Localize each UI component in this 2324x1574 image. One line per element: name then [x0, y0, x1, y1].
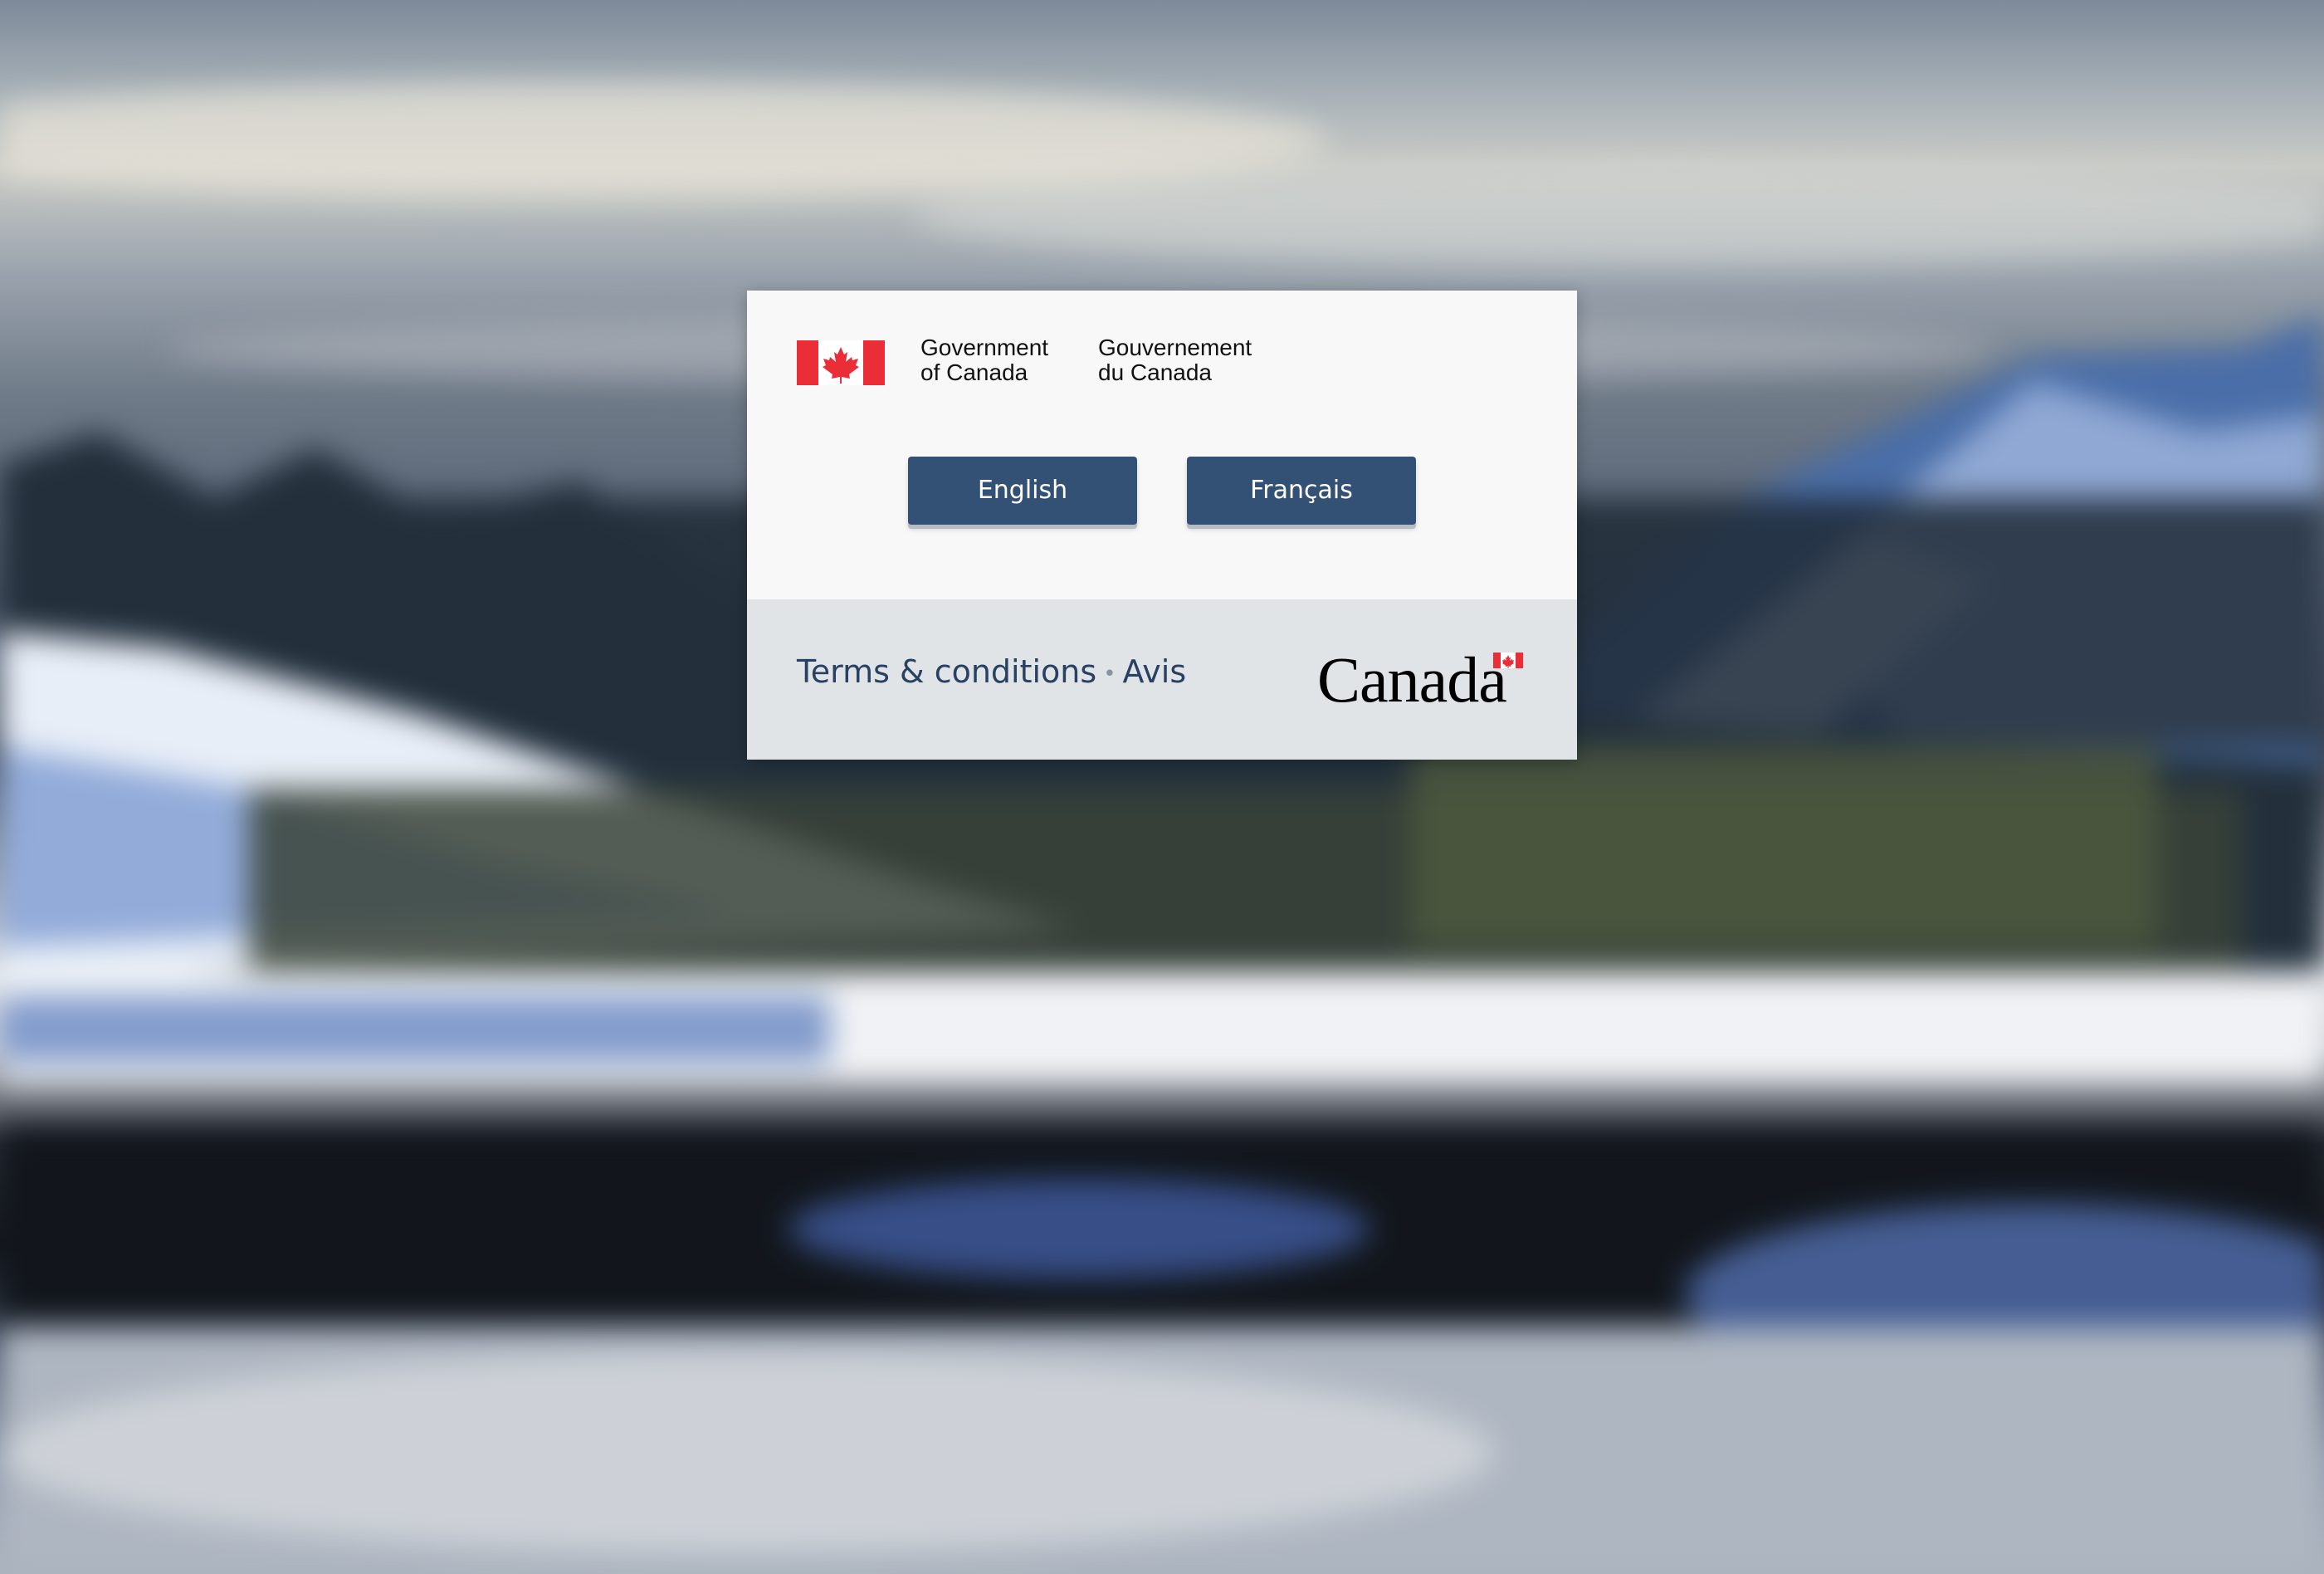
- footer-separator: •: [1103, 661, 1116, 687]
- signature-french: Gouvernement du Canada: [1098, 335, 1252, 385]
- avis-link[interactable]: Avis: [1123, 653, 1187, 690]
- terms-conditions-link[interactable]: Terms & conditions: [797, 653, 1096, 690]
- canada-wordmark-flag-icon: [1493, 653, 1523, 668]
- footer-links: Terms & conditions • Avis: [797, 651, 1186, 695]
- card-footer-panel: Terms & conditions • Avis Canada: [747, 599, 1577, 760]
- language-selection-card: Government of Canada Gouvernement du Can…: [747, 291, 1577, 760]
- signature-french-line2: du Canada: [1098, 359, 1213, 385]
- signature-french-line1: Gouvernement: [1098, 335, 1252, 360]
- canada-flag-icon: [797, 340, 885, 385]
- canada-wordmark: Canada: [1317, 643, 1533, 717]
- english-button[interactable]: English: [908, 457, 1137, 525]
- signature-english-line1: Government: [920, 335, 1049, 360]
- card-header-panel: Government of Canada Gouvernement du Can…: [747, 291, 1577, 599]
- signature-english: Government of Canada: [920, 335, 1048, 385]
- background-image: [0, 0, 2324, 1574]
- signature-english-line2: of Canada: [920, 359, 1028, 385]
- canada-wordmark-text: Canada: [1317, 643, 1507, 716]
- french-button[interactable]: Français: [1187, 457, 1416, 525]
- background-landscape: [0, 83, 2324, 1574]
